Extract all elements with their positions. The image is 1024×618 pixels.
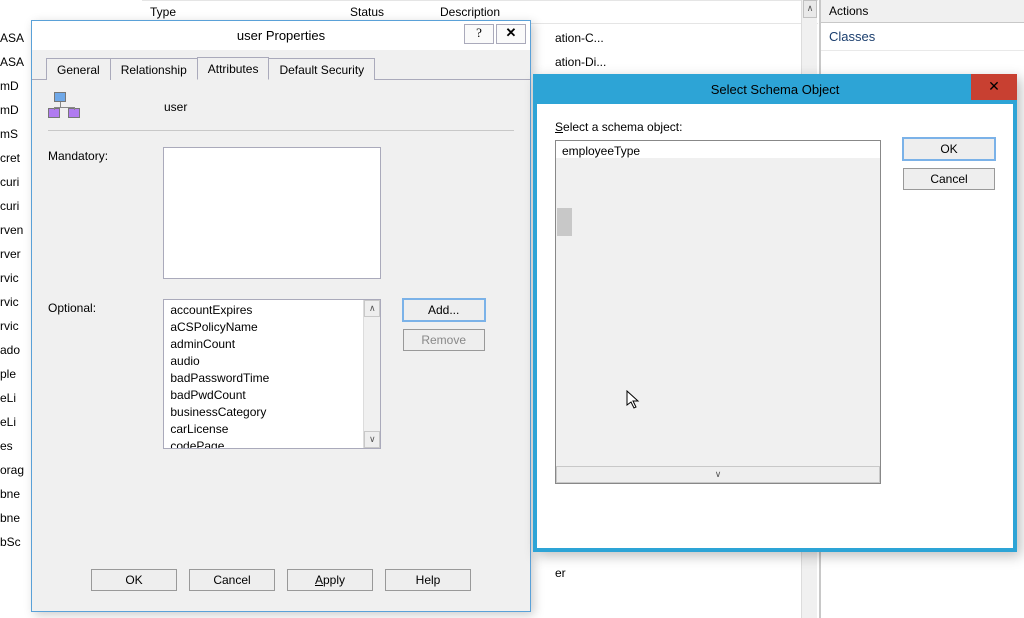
scroll-down-icon[interactable]: ∨ xyxy=(364,431,380,448)
list-item[interactable]: accountExpires xyxy=(164,302,380,319)
optional-label: Optional: xyxy=(48,299,160,315)
list-item[interactable]: businessCategory xyxy=(164,404,380,421)
list-item[interactable]: audio xyxy=(164,353,380,370)
bg-left-partial-list: ASA ASA mD mD mS cret curi curi rven rve… xyxy=(0,26,20,554)
list-item[interactable]: codePage xyxy=(164,438,380,449)
mandatory-label: Mandatory: xyxy=(48,147,160,163)
listbox-scrollbar[interactable]: ∧ ∨ xyxy=(556,481,880,484)
bg-row[interactable]: ation-C... xyxy=(555,26,606,50)
tab-relationship[interactable]: Relationship xyxy=(110,58,198,80)
col-description[interactable]: Description xyxy=(432,5,508,19)
list-item[interactable]: carLicense xyxy=(164,421,380,438)
mandatory-listbox[interactable] xyxy=(163,147,381,279)
cancel-button[interactable]: Cancel xyxy=(189,569,275,591)
schema-class-icon xyxy=(48,92,94,122)
list-item[interactable]: aCSPolicyName xyxy=(164,319,380,336)
close-button[interactable]: ✕ xyxy=(496,24,526,44)
bg-row[interactable]: er xyxy=(555,566,566,580)
tabstrip: General Relationship Attributes Default … xyxy=(32,50,530,80)
select-schema-object-dialog: Select Schema Object ✕ Select a schema o… xyxy=(533,74,1017,552)
ok-button[interactable]: OK xyxy=(91,569,177,591)
help-button[interactable]: Help xyxy=(385,569,471,591)
ok-button[interactable]: OK xyxy=(903,138,995,160)
optional-listbox[interactable]: accountExpires aCSPolicyName adminCount … xyxy=(163,299,381,449)
bg-row[interactable]: ation-Di... xyxy=(555,50,606,74)
close-button[interactable]: ✕ xyxy=(971,74,1017,100)
col-status[interactable]: Status xyxy=(342,5,432,19)
tab-general[interactable]: General xyxy=(46,58,111,80)
class-name: user xyxy=(164,100,187,114)
list-item[interactable]: adminCount xyxy=(164,336,380,353)
scroll-up-icon[interactable]: ∧ xyxy=(803,0,817,18)
list-item[interactable]: employeeType xyxy=(556,143,880,159)
tab-body-attributes: user Mandatory: Optional: accountExpires… xyxy=(32,80,530,560)
schema-object-listbox[interactable]: employeeTypeEnabledenabledConnectionenro… xyxy=(555,140,881,484)
scroll-up-icon[interactable]: ∧ xyxy=(364,300,380,317)
cancel-button[interactable]: Cancel xyxy=(903,168,995,190)
dialog-title: user Properties xyxy=(32,28,530,43)
schema-select-label: Select a schema object: xyxy=(555,120,881,134)
user-properties-dialog: user Properties ? ✕ General Relationship… xyxy=(31,20,531,612)
scroll-down-icon[interactable]: ∨ xyxy=(556,466,880,483)
dialog-title: Select Schema Object xyxy=(711,82,840,97)
tab-default-security[interactable]: Default Security xyxy=(268,58,375,80)
list-item[interactable]: badPasswordTime xyxy=(164,370,380,387)
actions-section-classes[interactable]: Classes xyxy=(821,23,1024,51)
add-button[interactable]: Add... xyxy=(403,299,485,321)
actions-title: Actions xyxy=(821,0,1024,23)
dialog-button-row: OK Cancel Apply Help xyxy=(32,569,530,599)
titlebar[interactable]: user Properties ? ✕ xyxy=(32,21,530,50)
bg-rows: ation-C... ation-Di... xyxy=(555,26,606,74)
apply-button[interactable]: Apply xyxy=(287,569,373,591)
tab-attributes[interactable]: Attributes xyxy=(197,57,270,80)
listbox-scrollbar[interactable]: ∧ ∨ xyxy=(363,300,380,448)
help-button[interactable]: ? xyxy=(464,24,494,44)
separator xyxy=(48,130,514,131)
titlebar[interactable]: Select Schema Object ✕ xyxy=(533,74,1017,104)
list-item[interactable]: badPwdCount xyxy=(164,387,380,404)
remove-button: Remove xyxy=(403,329,485,351)
col-type[interactable]: Type xyxy=(142,5,342,19)
scroll-thumb[interactable] xyxy=(557,208,572,236)
